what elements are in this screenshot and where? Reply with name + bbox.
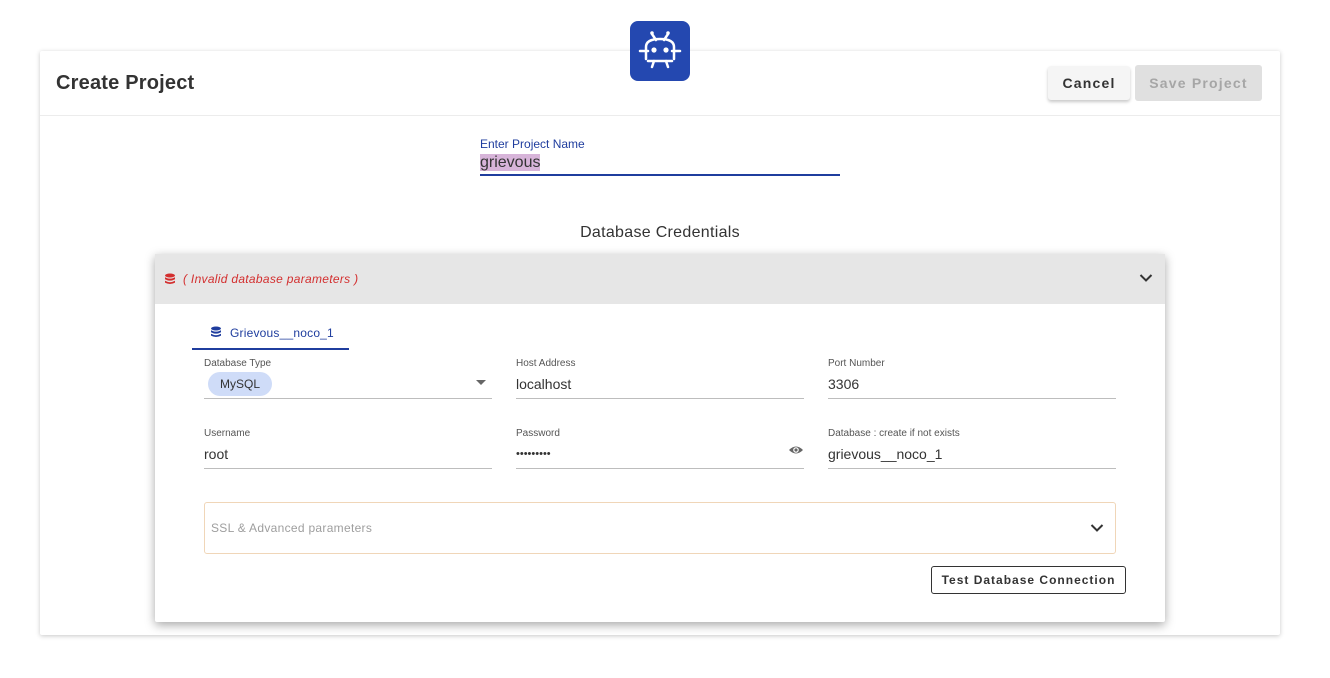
dropdown-caret-icon[interactable] bbox=[476, 380, 486, 385]
host-address-field[interactable]: Host Address localhost bbox=[516, 358, 804, 399]
ssl-advanced-label: SSL & Advanced parameters bbox=[211, 521, 373, 535]
database-type-select[interactable]: Database Type MySQL bbox=[204, 358, 492, 399]
test-database-connection-button[interactable]: Test Database Connection bbox=[931, 566, 1126, 594]
database-credentials-title: Database Credentials bbox=[580, 224, 740, 241]
port-number-value: 3306 bbox=[828, 376, 860, 392]
cancel-button[interactable]: Cancel bbox=[1048, 66, 1130, 100]
database-name-field[interactable]: Database : create if not exists grievous… bbox=[828, 428, 1116, 469]
nocodb-logo-icon bbox=[638, 31, 682, 69]
port-number-label: Port Number bbox=[828, 358, 885, 369]
port-number-field[interactable]: Port Number 3306 bbox=[828, 358, 1116, 399]
database-credentials-panel: ( Invalid database parameters ) Grievous… bbox=[155, 254, 1165, 622]
database-icon bbox=[211, 326, 221, 337]
username-label: Username bbox=[204, 428, 251, 439]
project-name-input[interactable]: grievous bbox=[480, 154, 840, 176]
database-name-label: Database : create if not exists bbox=[828, 428, 960, 439]
invalid-params-message: ( Invalid database parameters ) bbox=[183, 272, 359, 286]
tab-label: Grievous__noco_1 bbox=[230, 326, 334, 340]
host-address-value: localhost bbox=[516, 376, 572, 392]
chevron-down-icon[interactable] bbox=[1139, 273, 1153, 283]
chevron-down-icon[interactable] bbox=[1090, 523, 1104, 533]
database-type-label: Database Type bbox=[204, 358, 272, 369]
database-name-value: grievous__noco_1 bbox=[828, 446, 943, 462]
database-type-chip: MySQL bbox=[208, 372, 273, 396]
panel-header[interactable]: ( Invalid database parameters ) bbox=[155, 254, 1165, 304]
database-icon bbox=[165, 273, 175, 284]
password-label: Password bbox=[516, 428, 560, 439]
app-logo bbox=[630, 21, 690, 81]
project-name-value: grievous bbox=[480, 154, 541, 171]
ssl-advanced-expander[interactable]: SSL & Advanced parameters bbox=[204, 502, 1116, 554]
project-name-label: Enter Project Name bbox=[480, 137, 585, 151]
username-value: root bbox=[204, 446, 229, 462]
password-field[interactable]: Password ••••••••• bbox=[516, 428, 804, 469]
host-address-label: Host Address bbox=[516, 358, 576, 369]
page-title: Create Project bbox=[56, 72, 195, 94]
password-value: ••••••••• bbox=[516, 448, 551, 460]
username-field[interactable]: Username root bbox=[204, 428, 492, 469]
tab-grievous-noco-1[interactable]: Grievous__noco_1 bbox=[192, 320, 349, 350]
eye-icon[interactable] bbox=[788, 444, 804, 456]
save-project-button[interactable]: Save Project bbox=[1135, 65, 1262, 101]
